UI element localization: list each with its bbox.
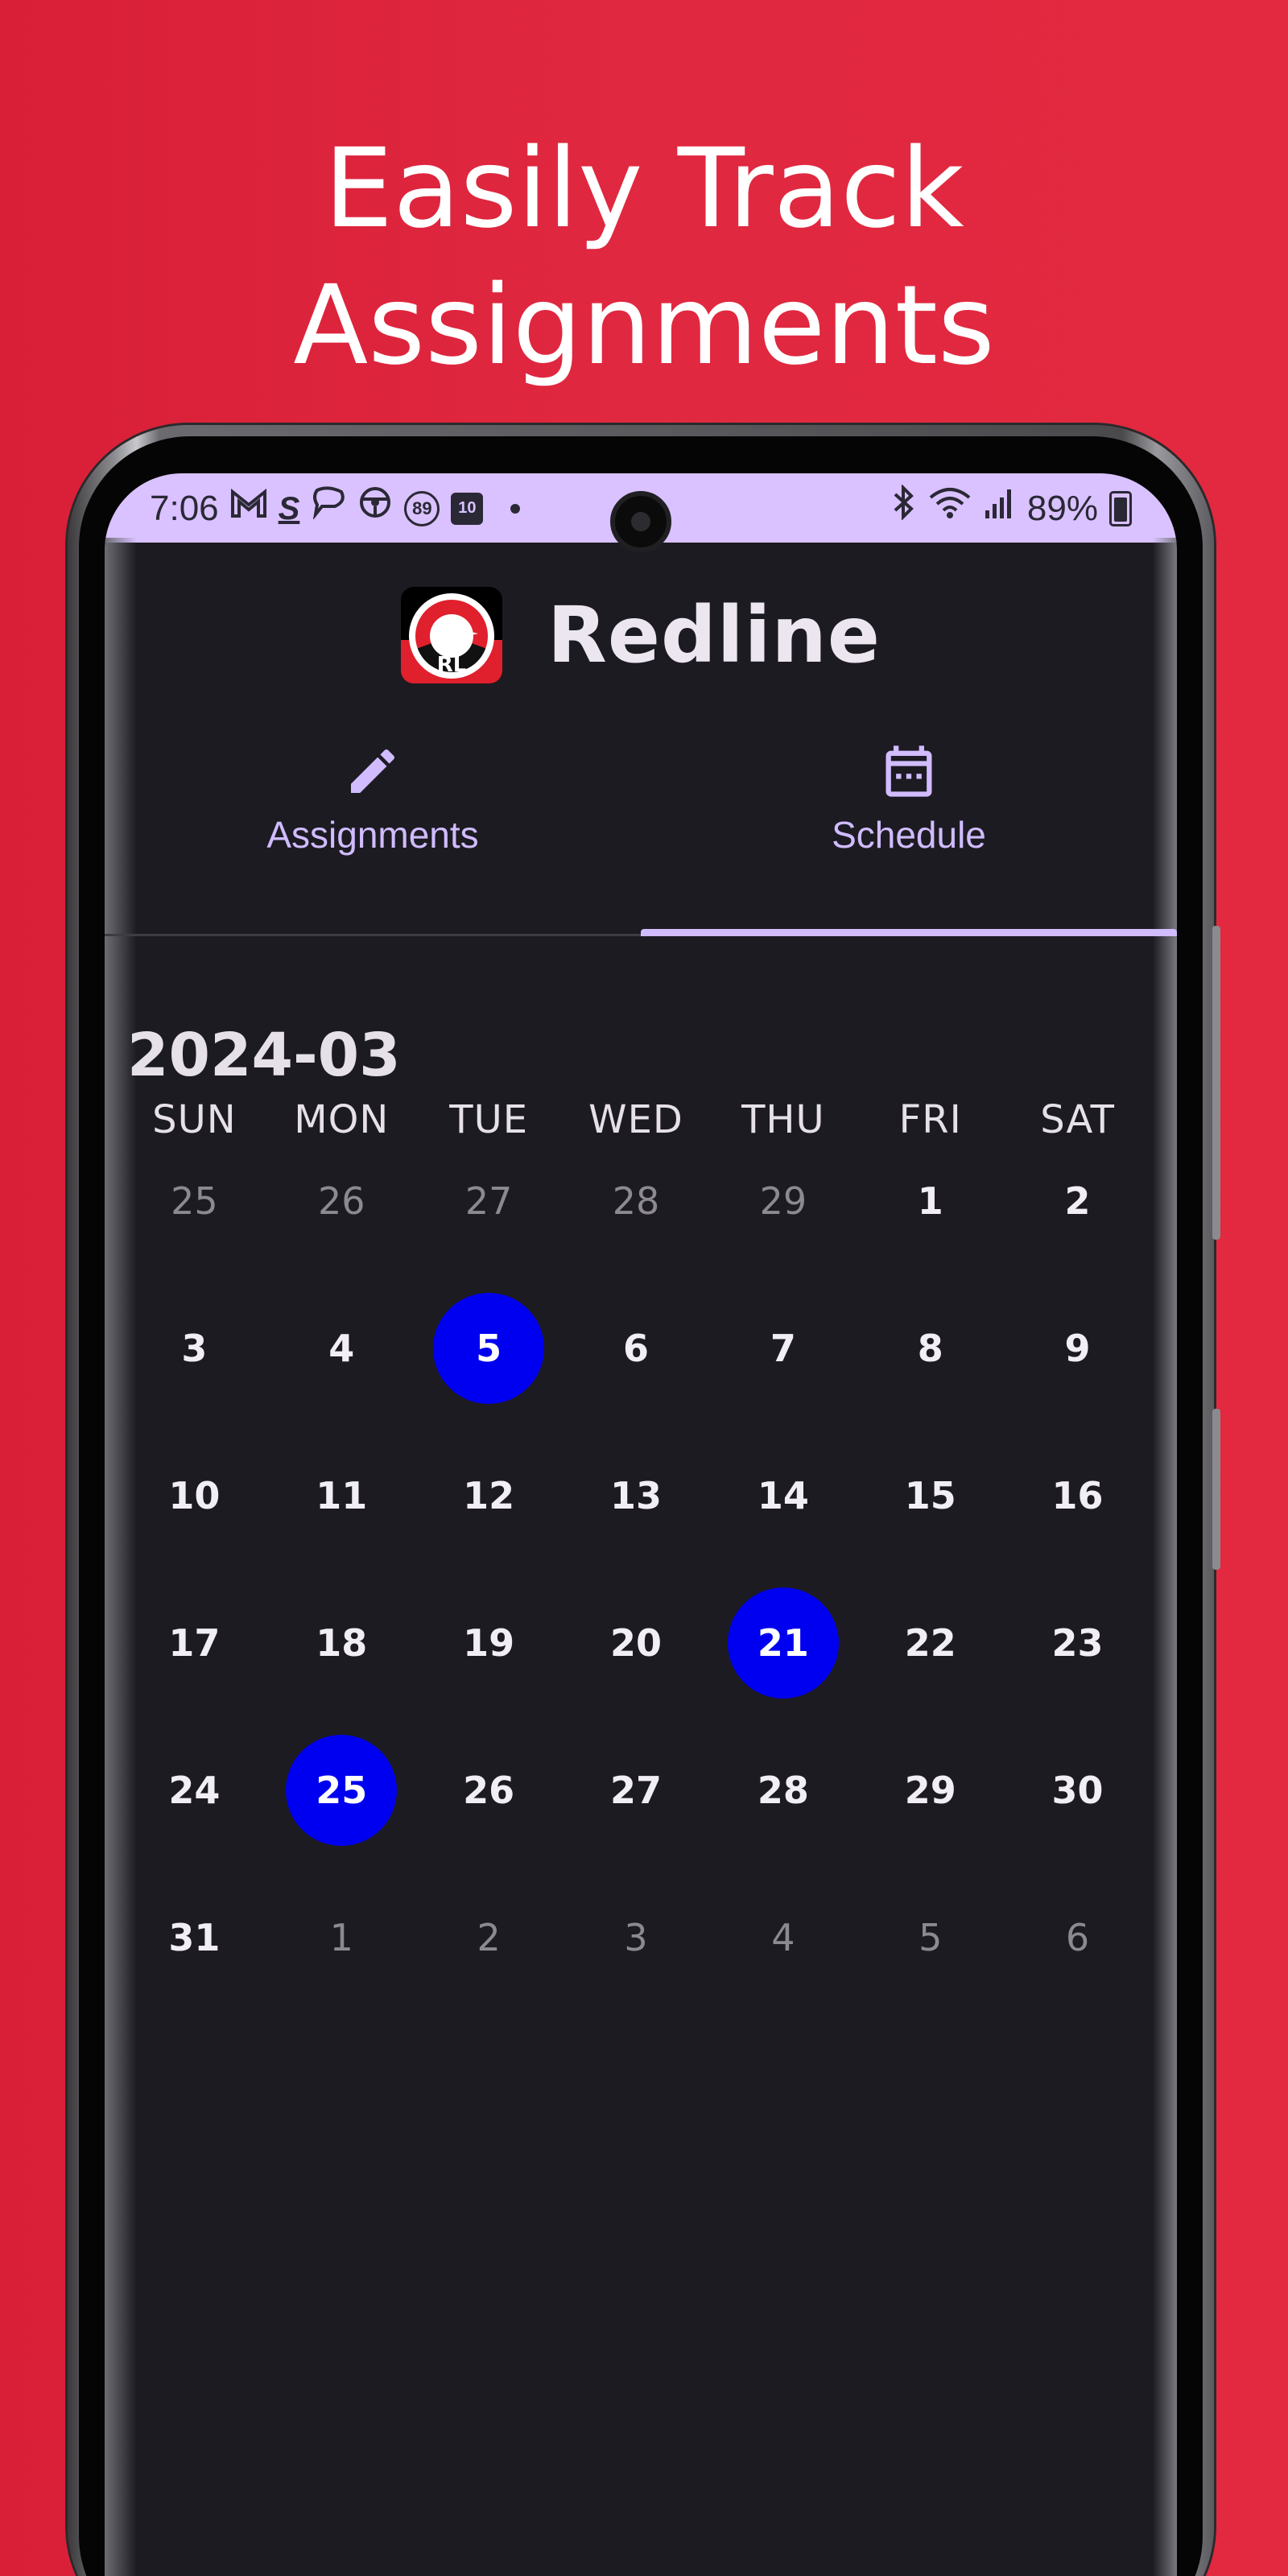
calendar-day-number: 15	[904, 1474, 956, 1517]
calendar-day[interactable]: 31	[121, 1916, 268, 2086]
tab-selected-indicator	[641, 929, 1177, 936]
phone-power-button	[1212, 1409, 1220, 1570]
pencil-icon	[341, 739, 405, 803]
tab-assignments-label: Assignments	[266, 814, 479, 856]
calendar-day-number: 28	[612, 1179, 660, 1223]
calendar-day[interactable]: 3	[563, 1916, 710, 2086]
calendar-day-number: 6	[1065, 1916, 1090, 1959]
calendar-day-number: 9	[1064, 1327, 1091, 1370]
logo-text: RL	[436, 653, 467, 677]
front-camera	[610, 491, 671, 552]
calendar-day-number: 30	[1051, 1769, 1104, 1812]
calendar-day-number: 3	[624, 1916, 648, 1959]
calendar-day-number: 14	[757, 1474, 809, 1517]
calendar-month-title: 2024-03	[127, 1021, 401, 1090]
calendar-day-number: 8	[917, 1327, 943, 1370]
calendar-day[interactable]: 6	[1004, 1916, 1151, 2086]
calendar-day-number: 7	[770, 1327, 796, 1370]
logo-needle	[450, 627, 478, 640]
calendar-grid: 25 26 27 28 29 1 2 3 4 5 6 7 8 9 10 11 12 13 14 15 16 17 18 19 2…	[121, 1179, 1151, 2086]
weekday-label: SAT	[1040, 1097, 1115, 1142]
tab-schedule-label: Schedule	[832, 814, 986, 856]
bluetooth-icon	[892, 484, 916, 532]
weekday-label: THU	[741, 1097, 825, 1142]
calendar-day-number: 31	[168, 1916, 221, 1959]
calendar-day-number: 24	[168, 1769, 221, 1812]
calendar-day-number: 13	[609, 1474, 662, 1517]
headline-line-2: Assignments	[293, 262, 995, 390]
steering-wheel-icon	[357, 485, 393, 532]
tab-bar: Assignments Schedule	[105, 739, 1177, 876]
signal-icon	[984, 485, 1016, 532]
calendar-day-number: 11	[316, 1474, 368, 1517]
battery-percent: 89%	[1026, 488, 1098, 528]
app-header: RL Redline	[105, 583, 1177, 687]
calendar-icon	[877, 739, 941, 803]
calendar-weekday-header: SUN MON TUE WED THU FRI SAT	[121, 1097, 1151, 1142]
phone-volume-button	[1212, 926, 1220, 1240]
calendar-day-number: 25	[286, 1735, 398, 1846]
app-logo: RL	[400, 587, 502, 683]
weekday-label: WED	[588, 1097, 683, 1142]
calendar-day-number: 21	[727, 1587, 839, 1699]
calendar-day-number: 26	[463, 1769, 515, 1812]
calendar-day-number: 25	[171, 1179, 218, 1223]
promo-headline: Easily Track Assignments	[0, 121, 1288, 394]
badge-89-icon: 89	[404, 490, 440, 526]
calendar-day-number: 19	[463, 1621, 515, 1665]
calendar-day-number: 22	[904, 1621, 956, 1665]
calendar-day-number: 29	[904, 1769, 956, 1812]
calendar-day-number: 17	[168, 1621, 221, 1665]
wifi-icon	[927, 485, 972, 532]
calendar-day-number: 28	[757, 1769, 809, 1812]
calendar-day-number: 20	[609, 1621, 662, 1665]
calendar-day-number: 6	[622, 1327, 649, 1370]
tab-schedule[interactable]: Schedule	[641, 739, 1177, 876]
weekday-label: MON	[294, 1097, 390, 1142]
calendar-day[interactable]: 5	[857, 1916, 1004, 2086]
chat-icon	[311, 485, 346, 531]
battery-icon	[1109, 490, 1132, 526]
app-title: Redline	[547, 590, 881, 680]
calendar-day-number: 5	[919, 1916, 943, 1959]
calendar-day[interactable]: 1	[268, 1916, 415, 2086]
calendar-day-number: 12	[463, 1474, 515, 1517]
gmail-icon	[230, 486, 267, 531]
calendar-day-number: 3	[181, 1327, 208, 1370]
calendar-day-number: 29	[759, 1179, 807, 1223]
phone-screen: 7:06 S 89 10 89% RL Redline Assignments …	[105, 473, 1177, 2576]
calendar-day-number: 18	[316, 1621, 368, 1665]
s-icon: S	[278, 490, 300, 526]
tab-assignments[interactable]: Assignments	[105, 739, 641, 876]
weekday-label: FRI	[898, 1097, 962, 1142]
headline-line-1: Easily Track	[324, 126, 964, 253]
status-time: 7:06	[150, 488, 219, 528]
calendar-day-number: 5	[433, 1293, 545, 1404]
weekday-label: SUN	[152, 1097, 237, 1142]
calendar-day[interactable]: 2	[415, 1916, 563, 2086]
calendar-day-number: 2	[1064, 1179, 1091, 1223]
calendar-day-number: 27	[464, 1179, 513, 1223]
calendar-day-number: 26	[317, 1179, 365, 1223]
calendar-day-number: 10	[168, 1474, 221, 1517]
calendar-day-number: 4	[328, 1327, 355, 1370]
calendar-day-number: 23	[1051, 1621, 1104, 1665]
weekday-label: TUE	[449, 1097, 529, 1142]
calendar-day-number: 16	[1051, 1474, 1104, 1517]
calendar-day-number: 4	[771, 1916, 795, 1959]
calendar-day-number: 1	[917, 1179, 943, 1223]
calendar-10-icon: 10	[451, 492, 484, 525]
calendar-day-number: 1	[329, 1916, 353, 1959]
calendar-day-number: 2	[477, 1916, 501, 1959]
more-notifications-dot	[510, 503, 521, 514]
calendar-day-number: 27	[609, 1769, 662, 1812]
calendar-day[interactable]: 4	[709, 1916, 857, 2086]
